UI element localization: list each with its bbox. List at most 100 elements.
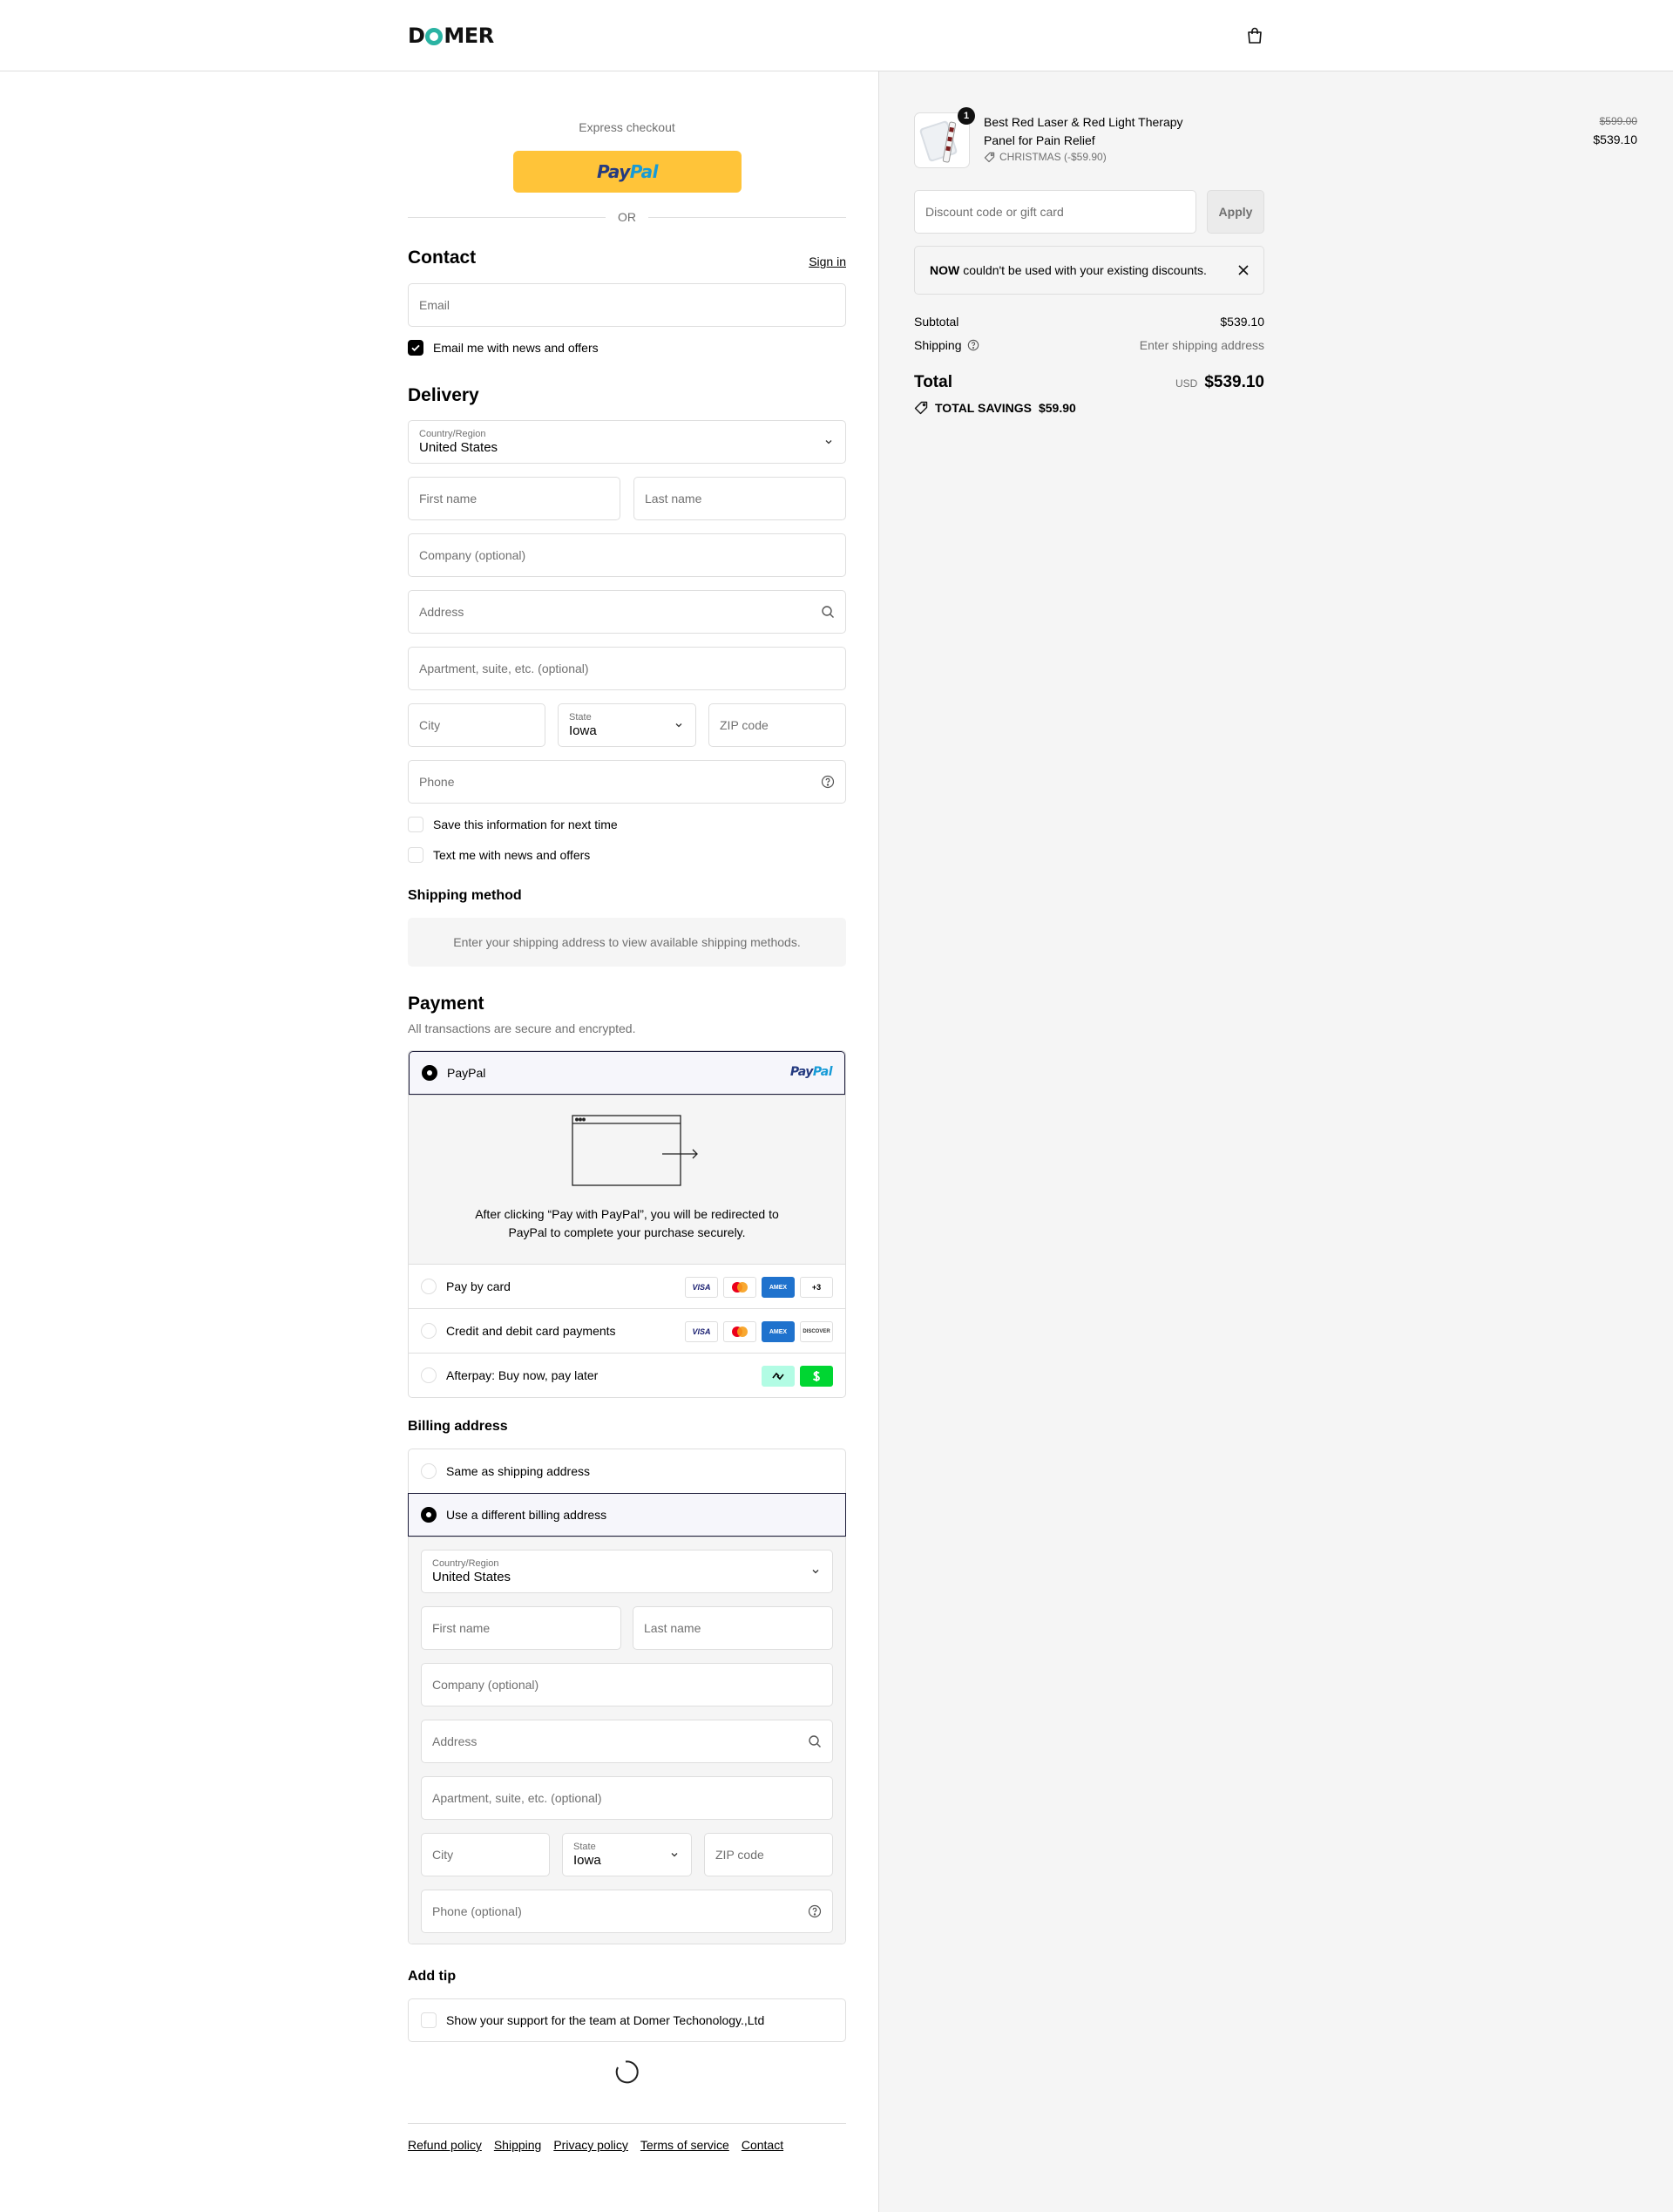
city-field[interactable]: City bbox=[408, 703, 545, 747]
shopping-bag-icon[interactable] bbox=[1245, 26, 1264, 45]
billing-city-field[interactable]: City bbox=[421, 1833, 550, 1876]
refund-policy-link[interactable]: Refund policy bbox=[408, 2138, 482, 2152]
paypal-redirect-info: After clicking “Pay with PayPal”, you wi… bbox=[409, 1095, 845, 1264]
paypal-express-button[interactable]: PayPal bbox=[513, 151, 742, 193]
discount-placeholder: Discount code or gift card bbox=[925, 205, 1064, 219]
save-info-option[interactable]: Save this information for next time bbox=[408, 817, 618, 832]
browser-redirect-icon bbox=[572, 1115, 698, 1186]
billing-first-name-field[interactable]: First name bbox=[421, 1606, 621, 1650]
text-news-label: Text me with news and offers bbox=[433, 848, 591, 862]
payment-option-paypal[interactable]: PayPal PayPal bbox=[409, 1051, 845, 1095]
paypal-pay-text: Pay bbox=[596, 161, 630, 182]
payment-option-credit-debit[interactable]: Credit and debit card payments VISA AMEX… bbox=[409, 1308, 845, 1353]
sign-in-link[interactable]: Sign in bbox=[809, 254, 846, 268]
amex-icon: AMEX bbox=[762, 1277, 795, 1298]
chevron-down-icon bbox=[812, 1570, 819, 1574]
billing-address-form: Country/Region United States First name … bbox=[409, 1537, 845, 1944]
help-icon[interactable] bbox=[808, 1904, 822, 1918]
amex-text: AMEX bbox=[769, 1284, 788, 1291]
billing-zip-field[interactable]: ZIP code bbox=[704, 1833, 833, 1876]
save-info-checkbox[interactable] bbox=[408, 817, 423, 832]
afterpay-radio[interactable] bbox=[421, 1367, 437, 1383]
state-select[interactable]: State Iowa bbox=[558, 703, 696, 747]
billing-same-label: Same as shipping address bbox=[446, 1464, 590, 1478]
card-option-label: Pay by card bbox=[446, 1279, 511, 1293]
subtotal-value: $539.10 bbox=[1220, 315, 1264, 329]
product-name: Best Red Laser & Red Light Therapy Panel… bbox=[984, 115, 1183, 147]
terms-of-service-link[interactable]: Terms of service bbox=[640, 2138, 729, 2152]
billing-state-select[interactable]: State Iowa bbox=[562, 1833, 692, 1876]
apartment-field[interactable]: Apartment, suite, etc. (optional) bbox=[408, 647, 846, 690]
close-icon[interactable] bbox=[1237, 264, 1250, 276]
company-field[interactable]: Company (optional) bbox=[408, 533, 846, 577]
zip-placeholder: ZIP code bbox=[720, 718, 769, 732]
billing-city-placeholder: City bbox=[432, 1848, 454, 1862]
or-divider: OR bbox=[408, 208, 846, 226]
more-cards-badge: +3 bbox=[800, 1277, 833, 1298]
visa-icon: VISA bbox=[685, 1277, 718, 1298]
billing-different-radio[interactable] bbox=[421, 1507, 437, 1523]
billing-last-name-field[interactable]: Last name bbox=[633, 1606, 833, 1650]
tip-checkbox[interactable] bbox=[421, 2012, 437, 2028]
paypal-note-line1: After clicking “Pay with PayPal”, you wi… bbox=[475, 1207, 779, 1221]
discounted-price: $539.10 bbox=[1593, 132, 1637, 146]
paypal-pal-text: Pal bbox=[629, 161, 659, 182]
tag-icon bbox=[914, 401, 928, 415]
shipping-policy-link[interactable]: Shipping bbox=[494, 2138, 542, 2152]
billing-last-name-placeholder: Last name bbox=[644, 1621, 701, 1635]
billing-different-option[interactable]: Use a different billing address bbox=[408, 1493, 846, 1537]
contact-link[interactable]: Contact bbox=[742, 2138, 783, 2152]
shipping-value: Enter shipping address bbox=[1139, 338, 1264, 352]
help-icon[interactable] bbox=[821, 775, 835, 789]
paypal-logo: PayPal bbox=[596, 161, 659, 182]
billing-company-field[interactable]: Company (optional) bbox=[421, 1663, 833, 1706]
first-name-field[interactable]: First name bbox=[408, 477, 620, 520]
logo-o-ring bbox=[425, 28, 444, 45]
address-field[interactable]: Address bbox=[408, 590, 846, 634]
billing-phone-placeholder: Phone (optional) bbox=[432, 1904, 522, 1918]
zip-field[interactable]: ZIP code bbox=[708, 703, 846, 747]
discount-code-text: CHRISTMAS (-$59.90) bbox=[999, 151, 1107, 163]
text-news-option[interactable]: Text me with news and offers bbox=[408, 847, 590, 863]
mastercard-icon bbox=[723, 1277, 756, 1298]
privacy-policy-link[interactable]: Privacy policy bbox=[553, 2138, 628, 2152]
afterpay-option-label: Afterpay: Buy now, pay later bbox=[446, 1368, 599, 1382]
apartment-placeholder: Apartment, suite, etc. (optional) bbox=[419, 662, 589, 675]
search-icon bbox=[822, 606, 834, 618]
express-checkout-title: Express checkout bbox=[579, 120, 675, 134]
state-value: Iowa bbox=[569, 723, 597, 738]
card-radio[interactable] bbox=[421, 1279, 437, 1294]
discover-text: DISCOVER bbox=[803, 1329, 830, 1334]
payment-option-card[interactable]: Pay by card VISA AMEX +3 bbox=[409, 1264, 845, 1308]
payment-option-afterpay[interactable]: Afterpay: Buy now, pay later bbox=[409, 1353, 845, 1397]
save-info-label: Save this information for next time bbox=[433, 818, 618, 831]
credit-debit-radio[interactable] bbox=[421, 1323, 437, 1339]
phone-field[interactable]: Phone bbox=[408, 760, 846, 804]
paypal-radio[interactable] bbox=[422, 1065, 437, 1081]
discount-code-input[interactable]: Discount code or gift card bbox=[914, 190, 1196, 234]
billing-apartment-field[interactable]: Apartment, suite, etc. (optional) bbox=[421, 1776, 833, 1820]
billing-same-option[interactable]: Same as shipping address bbox=[409, 1449, 845, 1493]
billing-same-radio[interactable] bbox=[421, 1463, 437, 1479]
email-news-checkbox[interactable] bbox=[408, 340, 423, 356]
email-news-option[interactable]: Email me with news and offers bbox=[408, 340, 599, 356]
help-icon[interactable] bbox=[967, 339, 979, 351]
total-label: Total bbox=[914, 373, 952, 391]
currency-code: USD bbox=[1175, 377, 1198, 390]
country-select[interactable]: Country/Region United States bbox=[408, 420, 846, 464]
country-value: United States bbox=[419, 440, 498, 455]
logo-letters-mer: MER bbox=[444, 24, 494, 48]
apply-discount-button[interactable]: Apply bbox=[1207, 190, 1264, 234]
tag-icon bbox=[984, 152, 995, 162]
tip-option[interactable]: Show your support for the team at Domer … bbox=[408, 1998, 846, 2042]
billing-address-field[interactable]: Address bbox=[421, 1720, 833, 1763]
paypal-pal-text: Pal bbox=[812, 1065, 833, 1079]
store-logo[interactable]: D MER bbox=[408, 24, 494, 48]
delivery-title: Delivery bbox=[408, 385, 479, 405]
text-news-checkbox[interactable] bbox=[408, 847, 423, 863]
last-name-field[interactable]: Last name bbox=[633, 477, 846, 520]
billing-country-select[interactable]: Country/Region United States bbox=[421, 1550, 833, 1593]
email-field[interactable]: Email bbox=[408, 283, 846, 327]
payment-title: Payment bbox=[408, 994, 484, 1014]
billing-phone-field[interactable]: Phone (optional) bbox=[421, 1890, 833, 1933]
